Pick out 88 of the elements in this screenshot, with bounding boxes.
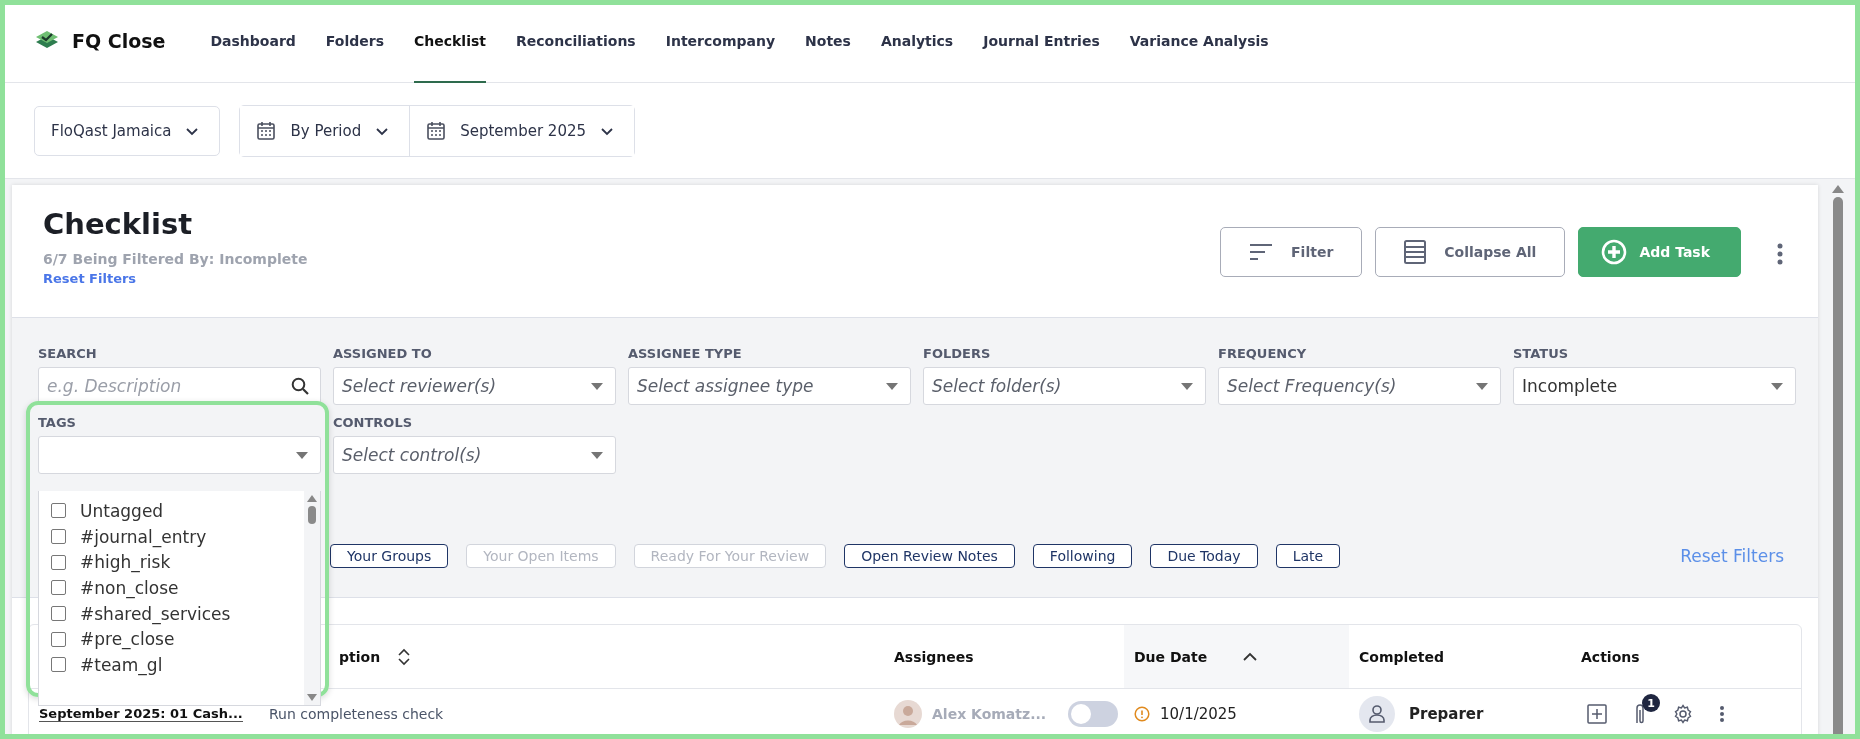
- toggle-switch[interactable]: [1068, 701, 1119, 727]
- quick-filter-chip[interactable]: Due Today: [1150, 544, 1258, 568]
- settings-icon: [1673, 704, 1693, 724]
- filter-label: STATUS: [1513, 346, 1570, 361]
- filter-label: TAGS: [38, 415, 77, 430]
- kebab-menu-icon: [1776, 243, 1784, 265]
- plus-circle-icon: [1601, 239, 1628, 265]
- nav-tab[interactable]: Journal Entries: [983, 0, 1100, 83]
- search-icon: [291, 377, 309, 395]
- column-header[interactable]: Due Date: [1124, 625, 1349, 688]
- checkbox[interactable]: [51, 657, 66, 673]
- person-icon: [1359, 696, 1395, 732]
- nav-tab[interactable]: Dashboard: [210, 0, 296, 83]
- preparer-label: Preparer: [1409, 705, 1484, 723]
- filter-lines-icon: [1249, 243, 1274, 261]
- tag-option[interactable]: #non_close: [39, 575, 304, 601]
- task-description: Run completeness check: [269, 706, 444, 722]
- entity-dropdown[interactable]: FloQast Jamaica: [34, 105, 221, 156]
- checkbox[interactable]: [51, 580, 66, 596]
- period-dropdown[interactable]: September 2025: [409, 105, 635, 156]
- tag-option[interactable]: #journal_entry: [39, 523, 304, 550]
- tags-select-field[interactable]: [38, 436, 321, 474]
- filter-label: CONTROLS: [333, 415, 414, 430]
- column-header[interactable]: Actions: [1571, 625, 1801, 688]
- add-square-icon: [1587, 704, 1607, 724]
- select-field[interactable]: Select folder(s): [923, 367, 1206, 405]
- column-header[interactable]: Assignees: [884, 625, 1124, 688]
- checkbox[interactable]: [51, 631, 66, 647]
- nav-tab[interactable]: Folders: [325, 0, 384, 83]
- checkbox[interactable]: [51, 606, 66, 622]
- quick-filter-chip[interactable]: Open Review Notes: [844, 544, 1015, 568]
- collapse-button[interactable]: Collapse All: [1375, 227, 1566, 277]
- task-name-link[interactable]: September 2025: 01 Cash...: [39, 706, 243, 722]
- filter-label: ASSIGNED TO: [333, 346, 433, 361]
- filter-label: SEARCH: [38, 346, 98, 361]
- page-title: Checklist: [43, 207, 194, 241]
- sort-ascending-icon: [1243, 652, 1258, 661]
- filter-summary: 6/7 Being Filtered By: Incomplete: [43, 251, 308, 267]
- attachment-count-badge: 1: [1642, 694, 1660, 712]
- calendar-icon: [256, 120, 277, 141]
- caret-down-icon: [296, 451, 308, 459]
- filter-label: ASSIGNEE TYPE: [628, 346, 743, 361]
- caret-down-icon: [591, 382, 603, 390]
- filter-label: FREQUENCY: [1218, 346, 1308, 361]
- filter-label: FOLDERS: [923, 346, 992, 361]
- caret-down-icon: [1476, 382, 1488, 390]
- reset-filters-link[interactable]: Reset Filters: [43, 271, 308, 286]
- checkbox[interactable]: [51, 529, 66, 545]
- quick-filter-chip[interactable]: Following: [1032, 544, 1133, 568]
- app-name: FQ Close: [72, 30, 166, 52]
- nav-tab[interactable]: Variance Analysis: [1129, 0, 1269, 83]
- caret-down-icon: [1181, 382, 1193, 390]
- nav-tab[interactable]: Intercompany: [665, 0, 776, 83]
- nav-tab[interactable]: Reconciliations: [516, 0, 636, 83]
- tag-option[interactable]: #high_risk: [39, 549, 304, 576]
- sort-icon: [398, 647, 411, 666]
- select-field[interactable]: Select control(s): [333, 436, 616, 474]
- calendar-icon: [426, 120, 447, 141]
- caret-down-icon: [1771, 382, 1783, 390]
- checkbox[interactable]: [51, 554, 66, 570]
- select-field[interactable]: Select reviewer(s): [333, 367, 616, 405]
- paperclip-icon: [1633, 703, 1647, 725]
- column-header[interactable]: Completed: [1349, 625, 1571, 688]
- scrollbar-thumb[interactable]: [308, 506, 316, 524]
- select-field[interactable]: Select Frequency(s): [1218, 367, 1501, 405]
- avatar-icon: [894, 700, 922, 728]
- scroll-up-arrow-icon: [1832, 185, 1844, 193]
- scroll-up-arrow-icon: [307, 495, 317, 502]
- tag-option[interactable]: Untagged: [39, 498, 304, 524]
- quick-filter-chip[interactable]: Late: [1275, 544, 1341, 568]
- list-icon: [1404, 240, 1427, 264]
- caret-down-icon: [591, 451, 603, 459]
- select-field[interactable]: Incomplete: [1513, 367, 1796, 405]
- filter-button[interactable]: Filter: [1220, 227, 1363, 277]
- nav-tab[interactable]: Checklist: [414, 0, 486, 83]
- quick-filter-chip[interactable]: Your Groups: [330, 544, 449, 568]
- scrollbar[interactable]: [304, 491, 320, 705]
- nav-tab[interactable]: Notes: [805, 0, 851, 83]
- tag-option[interactable]: #shared_services: [39, 600, 304, 627]
- select-field[interactable]: Select assignee type: [628, 367, 911, 405]
- kebab-menu-icon: [1719, 705, 1725, 723]
- scroll-down-arrow-icon: [307, 694, 317, 701]
- nav-tab[interactable]: Analytics: [880, 0, 954, 83]
- warning-clock-icon: [1134, 706, 1150, 722]
- assignee-name: Alex Komatz...: [932, 706, 1047, 722]
- checkbox[interactable]: [51, 503, 66, 519]
- due-date: 10/1/2025: [1160, 705, 1237, 723]
- caret-down-icon: [886, 382, 898, 390]
